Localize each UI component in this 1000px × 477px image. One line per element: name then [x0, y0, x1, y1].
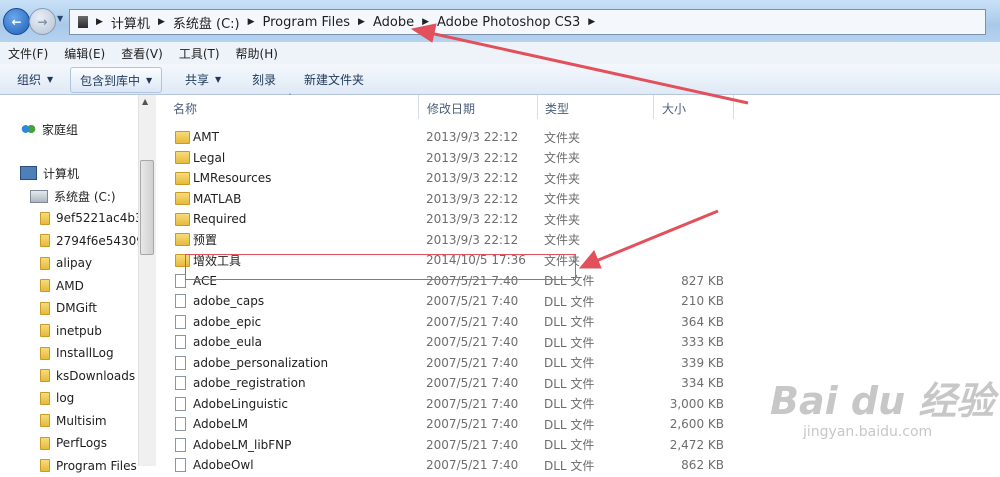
annotation-arrow-line — [596, 211, 718, 261]
annotation-arrow-line — [430, 33, 748, 103]
annotation-arrowhead — [580, 251, 601, 268]
baidu-watermark-url: jingyan.baidu.com — [803, 424, 932, 440]
baidu-watermark-logo: Bai du 经验 — [770, 370, 994, 425]
annotation-arrowhead — [412, 24, 436, 42]
